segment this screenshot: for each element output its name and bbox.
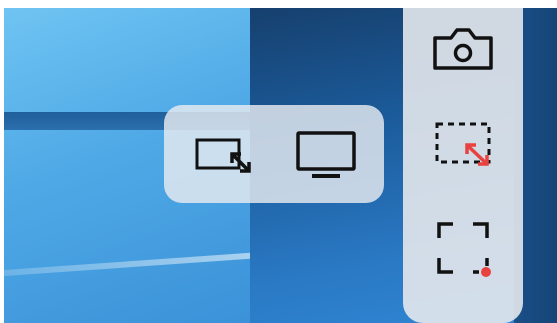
desktop-background [4,8,557,323]
region-capture-button[interactable] [423,114,503,174]
region-expand-icon [435,122,491,166]
monitor-button[interactable] [286,125,366,185]
screenshot-button[interactable] [423,18,503,78]
window-resize-icon [195,138,251,173]
capture-mode-panel [164,105,384,203]
fullscreen-capture-button[interactable] [423,216,503,282]
monitor-icon [296,131,356,178]
camera-icon [433,28,493,70]
window-resize-button[interactable] [184,125,264,185]
fullscreen-corners-icon [437,222,491,277]
capture-toolbar [403,8,523,323]
